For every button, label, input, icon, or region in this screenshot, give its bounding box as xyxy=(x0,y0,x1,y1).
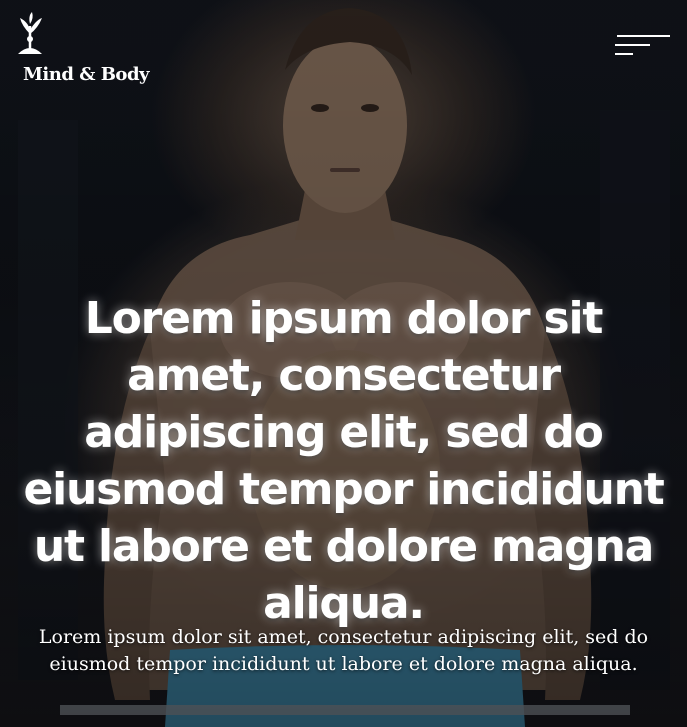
menu-line xyxy=(617,35,670,37)
brand-name: Mind & Body xyxy=(23,64,149,85)
hero-headline: Lorem ipsum dolor sit amet, consectetur … xyxy=(23,293,664,629)
brand-logo[interactable]: Mind & Body xyxy=(14,12,154,85)
menu-line xyxy=(615,44,650,46)
menu-line xyxy=(615,53,633,55)
hero-subtext: Lorem ipsum dolor sit amet, consectetur … xyxy=(38,626,649,675)
tree-person-icon xyxy=(18,12,42,54)
hamburger-menu-icon[interactable] xyxy=(612,33,670,59)
